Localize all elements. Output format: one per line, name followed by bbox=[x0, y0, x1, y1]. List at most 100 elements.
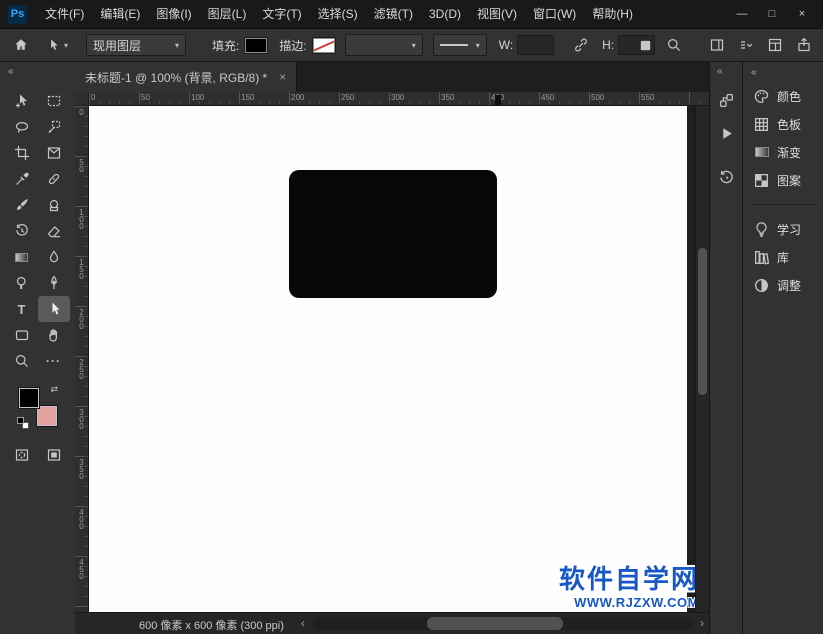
menu-edit[interactable]: 编辑(E) bbox=[92, 0, 148, 28]
home-button[interactable] bbox=[8, 32, 34, 58]
path-selection-tool[interactable] bbox=[38, 296, 70, 322]
quick-mask-button[interactable] bbox=[6, 442, 38, 468]
vertical-scrollbar-thumb[interactable] bbox=[698, 248, 707, 395]
document-tab[interactable]: 未标题-1 @ 100% (背景, RGB/8) * × bbox=[75, 62, 297, 92]
horizontal-scrollbar-thumb[interactable] bbox=[427, 617, 563, 630]
screen-mode-icon bbox=[46, 447, 62, 463]
frame-tool[interactable] bbox=[38, 140, 70, 166]
width-input[interactable] bbox=[517, 35, 554, 55]
fill-swatch[interactable] bbox=[245, 38, 267, 53]
screen-mode-button[interactable] bbox=[38, 442, 70, 468]
panel-item-patterns[interactable]: 图案 bbox=[743, 166, 823, 194]
maximize-button[interactable]: □ bbox=[757, 0, 787, 28]
width-label: W: bbox=[499, 38, 513, 52]
photoshop-logo-icon[interactable]: Ps bbox=[8, 5, 27, 24]
scroll-right-icon[interactable]: › bbox=[700, 616, 704, 630]
scroll-left-icon[interactable]: ‹ bbox=[301, 616, 305, 630]
menu-window[interactable]: 窗口(W) bbox=[525, 0, 584, 28]
blur-tool[interactable] bbox=[38, 244, 70, 270]
shape-operations-button[interactable] bbox=[632, 32, 658, 58]
horizontal-scrollbar[interactable] bbox=[312, 617, 693, 630]
eraser-tool[interactable] bbox=[38, 218, 70, 244]
type-tool[interactable]: T bbox=[6, 296, 38, 322]
history-brush-tool[interactable] bbox=[6, 218, 38, 244]
eyedropper-tool[interactable] bbox=[6, 166, 38, 192]
panels-toggle-button[interactable] bbox=[704, 32, 730, 58]
tab-close-icon[interactable]: × bbox=[279, 70, 286, 84]
menu-image[interactable]: 图像(I) bbox=[148, 0, 199, 28]
history-icon bbox=[718, 169, 735, 186]
pen-tool[interactable] bbox=[38, 270, 70, 296]
menu-3d[interactable]: 3D(D) bbox=[421, 0, 469, 28]
link-dimensions-button[interactable] bbox=[568, 32, 594, 58]
document-canvas[interactable]: 软件自学网 WWW.RJZXW.COM bbox=[89, 106, 687, 612]
menu-help[interactable]: 帮助(H) bbox=[584, 0, 641, 28]
foreground-color-swatch[interactable] bbox=[19, 388, 39, 408]
panel-item-adjustments[interactable]: 调整 bbox=[743, 271, 823, 299]
ruler-label: 200 bbox=[77, 308, 86, 329]
strip-expand-button[interactable]: « bbox=[710, 62, 742, 80]
document-tab-title: 未标题-1 @ 100% (背景, RGB/8) * bbox=[85, 69, 267, 86]
panel-item-gradients[interactable]: 渐变 bbox=[743, 138, 823, 166]
panel-expand-button[interactable]: « bbox=[743, 62, 823, 82]
swap-colors-icon[interactable]: ⇄ bbox=[50, 384, 58, 395]
lasso-tool[interactable] bbox=[6, 114, 38, 140]
arrange-documents-button[interactable] bbox=[733, 32, 759, 58]
crop-tool[interactable] bbox=[6, 140, 38, 166]
panel-item-learn[interactable]: 学习 bbox=[743, 215, 823, 243]
menu-layer[interactable]: 图层(L) bbox=[200, 0, 255, 28]
menu-view[interactable]: 视图(V) bbox=[469, 0, 525, 28]
frame-icon bbox=[46, 145, 62, 161]
panel-item-color[interactable]: 颜色 bbox=[743, 82, 823, 110]
move-tool[interactable] bbox=[6, 88, 38, 114]
dodge-tool[interactable] bbox=[6, 270, 38, 296]
status-bar: 600 像素 x 600 像素 (300 ppi) ‹ › bbox=[75, 612, 709, 634]
menu-filter[interactable]: 滤镜(T) bbox=[366, 0, 421, 28]
rectangle-tool[interactable] bbox=[6, 322, 38, 348]
toolbar-collapse-button[interactable]: « bbox=[0, 62, 75, 80]
select-mode-dropdown[interactable]: 现用图层 ▾ bbox=[86, 34, 186, 56]
history-panel-button[interactable] bbox=[713, 164, 739, 190]
tool-preset-picker[interactable]: ▾ bbox=[46, 38, 68, 53]
panel-item-swatches[interactable]: 色板 bbox=[743, 110, 823, 138]
ellipsis-icon: ··· bbox=[46, 354, 61, 368]
panel-item-libraries[interactable]: 库 bbox=[743, 243, 823, 271]
object-selection-tool[interactable] bbox=[38, 114, 70, 140]
close-button[interactable]: × bbox=[787, 0, 817, 28]
ruler-label: 150 bbox=[77, 258, 86, 279]
magnifier-icon bbox=[14, 353, 30, 369]
stroke-label: 描边: bbox=[279, 37, 306, 54]
properties-panel-button[interactable] bbox=[713, 87, 739, 113]
clone-stamp-tool[interactable] bbox=[38, 192, 70, 218]
lightbulb-icon bbox=[753, 221, 770, 238]
hand-tool[interactable] bbox=[38, 322, 70, 348]
vertical-scrollbar[interactable] bbox=[695, 106, 709, 612]
menu-type[interactable]: 文字(T) bbox=[254, 0, 309, 28]
default-colors-icon[interactable] bbox=[17, 417, 29, 429]
menu-file[interactable]: 文件(F) bbox=[37, 0, 92, 28]
watermark-title: 软件自学网 bbox=[559, 565, 699, 594]
rectangular-marquee-tool[interactable] bbox=[38, 88, 70, 114]
horizontal-ruler[interactable]: 0 50 100 150 200 250 300 350 400 450 500… bbox=[89, 92, 709, 106]
ruler-label: 0 bbox=[77, 108, 86, 115]
stroke-swatch[interactable] bbox=[313, 38, 335, 53]
vertical-ruler[interactable]: 0 50 100 150 200 250 300 350 400 450 bbox=[75, 106, 89, 612]
brush-tool[interactable] bbox=[6, 192, 38, 218]
actions-panel-button[interactable] bbox=[713, 120, 739, 146]
main-workspace: « T bbox=[0, 62, 823, 634]
search-button[interactable] bbox=[661, 32, 687, 58]
background-color-swatch[interactable] bbox=[37, 406, 57, 426]
stroke-type-dropdown[interactable]: ▾ bbox=[433, 34, 487, 56]
share-button[interactable] bbox=[791, 32, 817, 58]
workspace-switcher-button[interactable] bbox=[762, 32, 788, 58]
gradient-tool[interactable] bbox=[6, 244, 38, 270]
tool-grid: T ··· bbox=[0, 88, 75, 374]
panel-item-label: 学习 bbox=[777, 221, 801, 238]
healing-brush-tool[interactable] bbox=[38, 166, 70, 192]
menu-select[interactable]: 选择(S) bbox=[310, 0, 366, 28]
zoom-tool[interactable] bbox=[6, 348, 38, 374]
edit-toolbar-button[interactable]: ··· bbox=[38, 348, 70, 374]
stroke-width-dropdown[interactable]: ▾ bbox=[345, 34, 423, 56]
minimize-button[interactable]: — bbox=[727, 0, 757, 28]
black-rounded-rectangle-shape[interactable] bbox=[289, 170, 497, 298]
